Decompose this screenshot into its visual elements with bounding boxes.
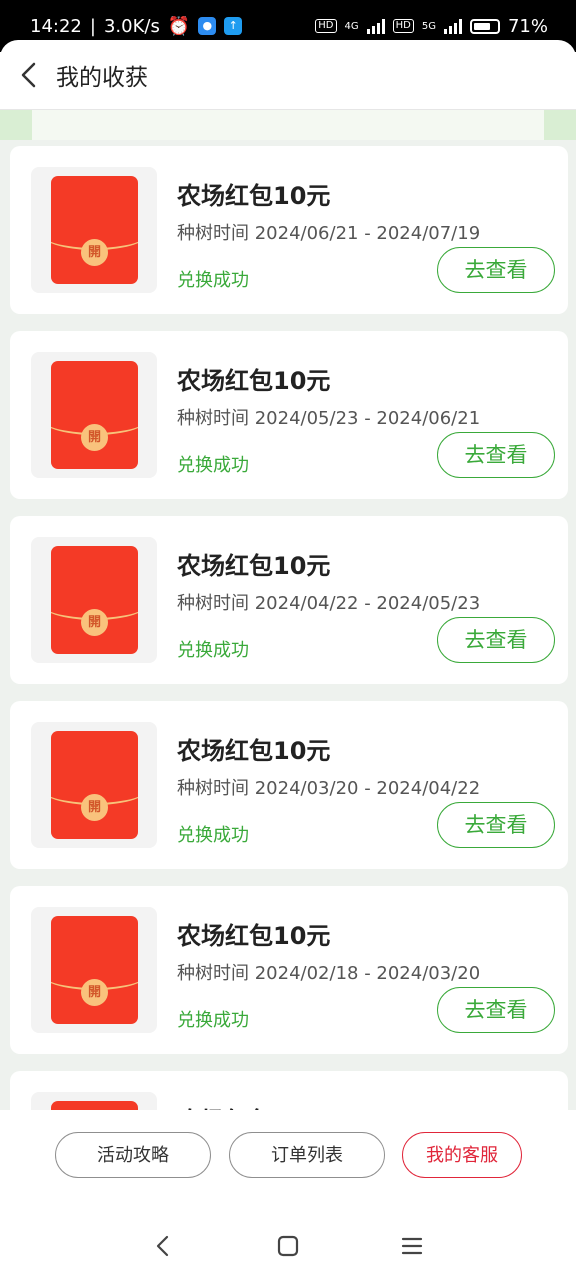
battery-icon — [469, 18, 500, 34]
signal-icon — [366, 18, 385, 34]
app-notification-icon: ● — [198, 17, 217, 35]
network-4g-label: 4G — [344, 20, 359, 32]
card-title: 农场红包10元 — [177, 922, 331, 950]
nav-menu-icon[interactable] — [392, 1226, 432, 1266]
card-title: 农场红包10元 — [177, 737, 331, 765]
hd-icon-2: HD — [392, 19, 414, 33]
harvest-card: 開 农场红包10元 — [10, 1071, 568, 1110]
activity-guide-button[interactable]: 活动攻略 — [55, 1132, 211, 1178]
network-5g-label: 5G — [421, 20, 436, 32]
system-nav-bar — [0, 1200, 576, 1280]
card-title: 农场红包10元 — [177, 367, 331, 395]
status-speed: 3.0K/s — [103, 15, 160, 37]
harvest-card: 開 农场红包10元 种树时间 2024/03/20 - 2024/04/22 兑… — [10, 701, 568, 869]
red-envelope-thumbnail: 開 — [31, 167, 157, 293]
redeem-status: 兑换成功 — [177, 1010, 249, 1031]
hd-icon: HD — [315, 19, 337, 33]
status-time: 14:22 — [30, 15, 82, 37]
harvest-card-list: 開 农场红包10元 种树时间 2024/06/21 - 2024/07/19 兑… — [10, 146, 568, 1110]
planting-period: 种树时间 2024/06/21 - 2024/07/19 — [177, 223, 481, 244]
envelope-seal: 開 — [81, 979, 108, 1006]
page-title: 我的收获 — [56, 64, 148, 91]
nav-back-icon[interactable] — [143, 1226, 183, 1266]
top-banner-strip — [0, 110, 576, 140]
red-envelope-thumbnail: 開 — [31, 1092, 157, 1110]
harvest-card: 開 农场红包10元 种树时间 2024/02/18 - 2024/03/20 兑… — [10, 886, 568, 1054]
order-list-button[interactable]: 订单列表 — [229, 1132, 385, 1178]
upload-icon: ↑ — [224, 17, 243, 35]
harvest-card: 開 农场红包10元 种树时间 2024/04/22 - 2024/05/23 兑… — [10, 516, 568, 684]
envelope-seal: 開 — [81, 239, 108, 266]
redeem-status: 兑换成功 — [177, 270, 249, 291]
view-button[interactable]: 去查看 — [437, 617, 555, 663]
harvest-list-area[interactable]: 開 农场红包10元 种树时间 2024/06/21 - 2024/07/19 兑… — [0, 110, 576, 1110]
envelope-seal: 開 — [81, 794, 108, 821]
envelope-seal: 開 — [81, 424, 108, 451]
planting-period: 种树时间 2024/02/18 - 2024/03/20 — [177, 963, 481, 984]
red-envelope-icon: 開 — [51, 916, 138, 1024]
view-button[interactable]: 去查看 — [437, 987, 555, 1033]
page-header: 我的收获 — [0, 40, 576, 110]
red-envelope-icon: 開 — [51, 731, 138, 839]
red-envelope-thumbnail: 開 — [31, 352, 157, 478]
envelope-seal: 開 — [81, 609, 108, 636]
red-envelope-icon: 開 — [51, 1101, 138, 1110]
battery-level: 71% — [507, 15, 548, 37]
view-button[interactable]: 去查看 — [437, 247, 555, 293]
harvest-card: 開 农场红包10元 种树时间 2024/06/21 - 2024/07/19 兑… — [10, 146, 568, 314]
card-title: 农场红包10元 — [177, 552, 331, 580]
redeem-status: 兑换成功 — [177, 455, 249, 476]
back-arrow-icon[interactable] — [14, 60, 44, 90]
red-envelope-icon: 開 — [51, 361, 138, 469]
view-button[interactable]: 去查看 — [437, 802, 555, 848]
view-button[interactable]: 去查看 — [437, 432, 555, 478]
redeem-status: 兑换成功 — [177, 825, 249, 846]
red-envelope-thumbnail: 開 — [31, 537, 157, 663]
card-title: 农场红包10元 — [177, 182, 331, 210]
red-envelope-icon: 開 — [51, 546, 138, 654]
harvest-card: 開 农场红包10元 种树时间 2024/05/23 - 2024/06/21 兑… — [10, 331, 568, 499]
signal-icon-2 — [443, 18, 462, 34]
alarm-icon: ⏰ — [167, 15, 191, 37]
red-envelope-thumbnail: 開 — [31, 722, 157, 848]
planting-period: 种树时间 2024/05/23 - 2024/06/21 — [177, 408, 481, 429]
bottom-action-bar: 活动攻略 订单列表 我的客服 — [0, 1110, 576, 1200]
red-envelope-icon: 開 — [51, 176, 138, 284]
customer-service-button[interactable]: 我的客服 — [402, 1132, 522, 1178]
red-envelope-thumbnail: 開 — [31, 907, 157, 1033]
planting-period: 种树时间 2024/04/22 - 2024/05/23 — [177, 593, 481, 614]
card-title: 农场红包10元 — [177, 1101, 330, 1110]
nav-home-icon[interactable] — [268, 1226, 308, 1266]
redeem-status: 兑换成功 — [177, 640, 249, 661]
planting-period: 种树时间 2024/03/20 - 2024/04/22 — [177, 778, 481, 799]
